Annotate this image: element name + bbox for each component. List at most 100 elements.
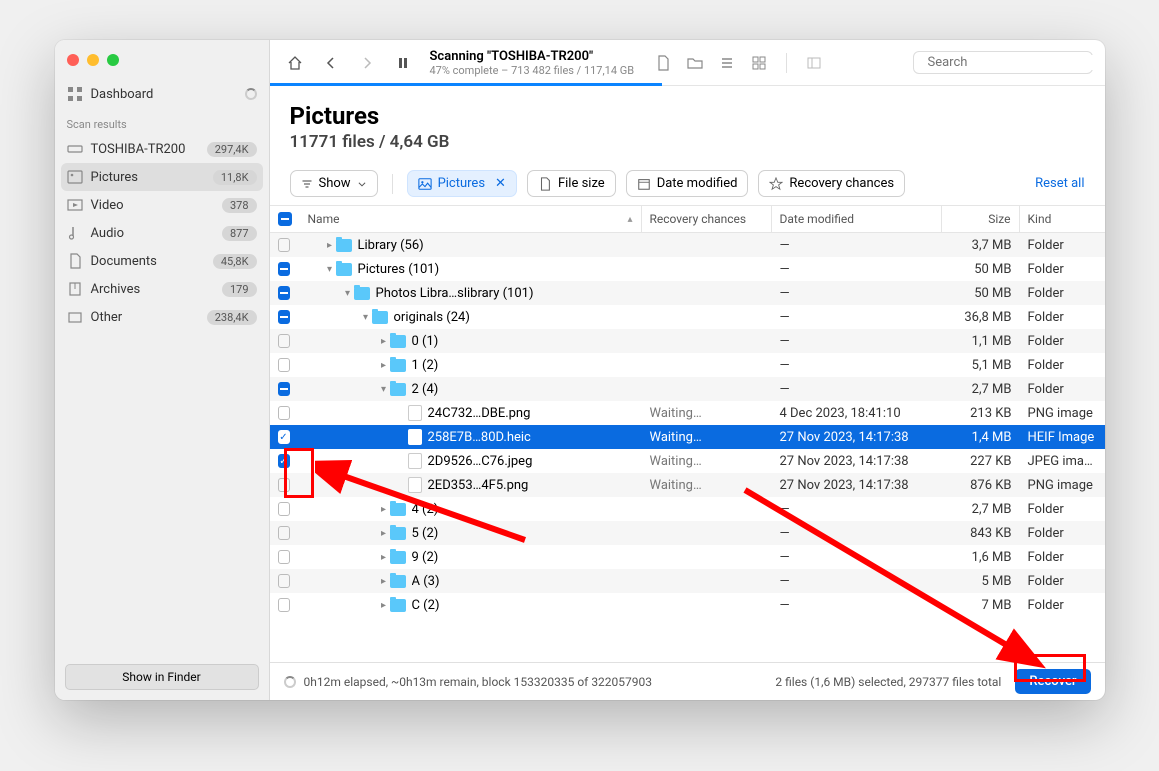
row-checkbox[interactable] — [270, 478, 298, 492]
column-kind[interactable]: Kind — [1020, 206, 1105, 232]
file-size: 5,1 MB — [942, 358, 1020, 373]
disclosure-icon[interactable]: ▸ — [378, 504, 390, 515]
row-checkbox[interactable] — [270, 262, 298, 276]
column-size[interactable]: Size — [942, 206, 1020, 232]
home-button[interactable] — [282, 50, 308, 76]
minimize-icon[interactable] — [87, 54, 99, 66]
close-icon[interactable] — [67, 54, 79, 66]
table-row[interactable]: ▾ originals (24) — 36,8 MB Folder — [270, 305, 1105, 329]
table-row[interactable]: ▸ 9 (2) — 1,6 MB Folder — [270, 545, 1105, 569]
forward-button[interactable] — [354, 50, 380, 76]
table-row[interactable]: ▸ 1 (2) — 5,1 MB Folder — [270, 353, 1105, 377]
show-dropdown[interactable]: Show — [290, 170, 378, 197]
column-date[interactable]: Date modified — [772, 206, 942, 232]
disclosure-icon[interactable]: ▸ — [378, 336, 390, 347]
row-checkbox[interactable] — [270, 310, 298, 324]
date-modified: 27 Nov 2023, 14:17:38 — [772, 454, 942, 469]
sidebar-toggle-icon[interactable] — [801, 50, 827, 76]
file-icon — [408, 405, 422, 421]
file-size: 213 KB — [942, 406, 1020, 421]
row-checkbox[interactable] — [270, 502, 298, 516]
sidebar-item-label: TOSHIBA-TR200 — [91, 142, 186, 157]
table-row[interactable]: ▸ Library (56) — 3,7 MB Folder — [270, 233, 1105, 257]
table-row[interactable]: ✓ 2D9526…C76.jpeg Waiting… 27 Nov 2023, … — [270, 449, 1105, 473]
column-name[interactable]: Name▴ — [298, 206, 642, 232]
filter-pill-pictures[interactable]: Pictures ✕ — [407, 170, 517, 197]
sidebar-item-video[interactable]: Video378 — [55, 191, 269, 219]
disclosure-icon[interactable]: ▾ — [378, 384, 390, 395]
row-checkbox[interactable] — [270, 334, 298, 348]
search-input[interactable] — [928, 55, 1094, 70]
clear-filter-icon[interactable]: ✕ — [495, 176, 506, 191]
file-kind: Folder — [1020, 286, 1105, 301]
sidebar-item-other[interactable]: Other238,4K — [55, 303, 269, 331]
reset-all-link[interactable]: Reset all — [1035, 176, 1084, 191]
file-kind: Folder — [1020, 358, 1105, 373]
disclosure-icon[interactable]: ▾ — [360, 312, 372, 323]
table-row[interactable]: ▸ A (3) — 5 MB Folder — [270, 569, 1105, 593]
disclosure-icon[interactable]: ▸ — [378, 576, 390, 587]
folder-icon — [372, 311, 388, 324]
search-box[interactable] — [913, 51, 1093, 74]
folder-view-icon[interactable] — [682, 50, 708, 76]
table-row[interactable]: ▾ 2 (4) — 2,7 MB Folder — [270, 377, 1105, 401]
show-in-finder-button[interactable]: Show in Finder — [65, 664, 259, 690]
table-row[interactable]: ✓ 258E7B…80D.heic Waiting… 27 Nov 2023, … — [270, 425, 1105, 449]
disclosure-icon[interactable]: ▸ — [378, 552, 390, 563]
header-checkbox[interactable] — [270, 206, 298, 232]
date-modified: — — [772, 526, 942, 541]
sidebar-item-pictures[interactable]: Pictures11,8K — [61, 163, 263, 191]
row-checkbox[interactable] — [270, 574, 298, 588]
filter-pill-recoverychances[interactable]: Recovery chances — [758, 170, 905, 197]
sidebar-item-drive[interactable]: TOSHIBA-TR200 297,4K — [55, 135, 269, 163]
file-kind: HEIF Image — [1020, 430, 1105, 445]
filter-pill-datemodified[interactable]: Date modified — [626, 170, 749, 197]
recover-button[interactable]: Recover — [1015, 669, 1090, 694]
table-row[interactable]: ▾ Pictures (101) — 50 MB Folder — [270, 257, 1105, 281]
filter-pill-filesize[interactable]: File size — [527, 170, 616, 197]
row-checkbox[interactable] — [270, 598, 298, 612]
table-row[interactable]: ▸ 0 (1) — 1,1 MB Folder — [270, 329, 1105, 353]
image-icon — [418, 177, 432, 191]
row-checkbox[interactable]: ✓ — [270, 430, 298, 444]
back-button[interactable] — [318, 50, 344, 76]
table-row[interactable]: 2ED353…4F5.png Waiting… 27 Nov 2023, 14:… — [270, 473, 1105, 497]
row-checkbox[interactable] — [270, 358, 298, 372]
disclosure-icon[interactable]: ▸ — [378, 600, 390, 611]
column-recovery[interactable]: Recovery chances — [642, 206, 772, 232]
file-kind: PNG image — [1020, 478, 1105, 493]
recovery-status: Waiting… — [642, 430, 772, 445]
list-view-icon[interactable] — [714, 50, 740, 76]
disclosure-icon[interactable]: ▸ — [378, 360, 390, 371]
count-badge: 297,4K — [207, 142, 257, 157]
scan-status: Scanning "TOSHIBA-TR200" 47% complete – … — [430, 49, 635, 77]
sidebar-item-documents[interactable]: Documents45,8K — [55, 247, 269, 275]
disclosure-icon[interactable]: ▾ — [342, 288, 354, 299]
sidebar-item-archives[interactable]: Archives179 — [55, 275, 269, 303]
disclosure-icon[interactable]: ▾ — [324, 264, 336, 275]
date-modified: — — [772, 238, 942, 253]
table-row[interactable]: ▸ C (2) — 7 MB Folder — [270, 593, 1105, 617]
row-checkbox[interactable] — [270, 382, 298, 396]
zoom-icon[interactable] — [107, 54, 119, 66]
table-row[interactable]: 24C732…DBE.png Waiting… 4 Dec 2023, 18:4… — [270, 401, 1105, 425]
sidebar-item-audio[interactable]: Audio877 — [55, 219, 269, 247]
row-checkbox[interactable] — [270, 550, 298, 564]
file-size: 36,8 MB — [942, 310, 1020, 325]
disclosure-icon[interactable]: ▸ — [378, 528, 390, 539]
table-row[interactable]: ▾ Photos Libra…slibrary (101) — 50 MB Fo… — [270, 281, 1105, 305]
row-checkbox[interactable] — [270, 406, 298, 420]
table-row[interactable]: ▸ 5 (2) — 843 KB Folder — [270, 521, 1105, 545]
row-checkbox[interactable] — [270, 286, 298, 300]
file-view-icon[interactable] — [650, 50, 676, 76]
disclosure-icon[interactable]: ▸ — [324, 240, 336, 251]
folder-icon — [354, 287, 370, 300]
row-checkbox[interactable] — [270, 238, 298, 252]
table-row[interactable]: ▸ 4 (2) — 2,7 MB Folder — [270, 497, 1105, 521]
grid-view-icon[interactable] — [746, 50, 772, 76]
row-checkbox[interactable] — [270, 526, 298, 540]
file-kind: Folder — [1020, 310, 1105, 325]
row-checkbox[interactable]: ✓ — [270, 454, 298, 468]
pause-button[interactable] — [390, 50, 416, 76]
sidebar-item-dashboard[interactable]: Dashboard — [55, 80, 269, 108]
